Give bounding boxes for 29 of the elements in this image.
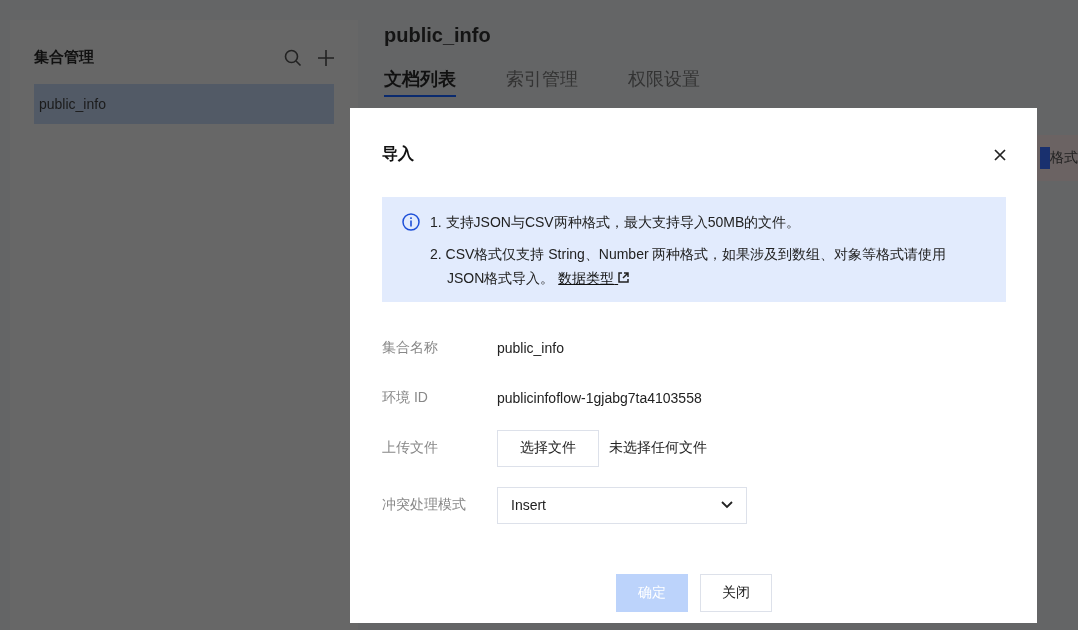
field-label: 冲突处理模式 xyxy=(382,496,467,514)
search-icon xyxy=(284,48,302,67)
field-label: 环境 ID xyxy=(382,389,429,407)
search-button[interactable] xyxy=(284,48,302,67)
page-title: public_info xyxy=(384,24,492,47)
plus-icon xyxy=(318,49,334,66)
field-value: public_info xyxy=(497,340,564,356)
info-note: 1. 支持JSON与CSV两种格式，最大支持导入50MB的文件。 xyxy=(430,213,802,232)
collection-item[interactable]: public_info xyxy=(34,84,334,124)
field-label: 集合名称 xyxy=(382,339,439,357)
sidebar-title: 集合管理 xyxy=(34,48,95,67)
notice-text: 格式 xyxy=(1050,149,1078,167)
close-button[interactable] xyxy=(994,148,1006,161)
add-button[interactable] xyxy=(318,49,334,66)
info-note: 2. CSV格式仅支持 String、Number 两种格式，如果涉及到数组、对象等格式请使用JSON格式导入。 数据类型 xyxy=(430,245,948,288)
info-icon xyxy=(402,213,420,231)
choose-file-button[interactable]: 选择文件 xyxy=(497,429,599,467)
tab[interactable]: 文档列表 xyxy=(384,67,456,97)
external-link-icon xyxy=(618,272,630,283)
chevron-down-icon xyxy=(721,501,733,509)
file-status-text: 未选择任何文件 xyxy=(609,439,707,457)
field-label: 上传文件 xyxy=(382,439,439,457)
mode-select[interactable]: Insert xyxy=(497,486,747,524)
field-value: publicinfoflow-1gjabg7ta4103558 xyxy=(497,390,702,406)
data-types-link[interactable]: 数据类型 xyxy=(558,270,630,286)
close-dialog-button[interactable]: 关闭 xyxy=(700,574,772,612)
dialog-title: 导入 xyxy=(382,144,414,164)
text-highlight xyxy=(1040,147,1050,169)
close-icon xyxy=(994,148,1006,161)
